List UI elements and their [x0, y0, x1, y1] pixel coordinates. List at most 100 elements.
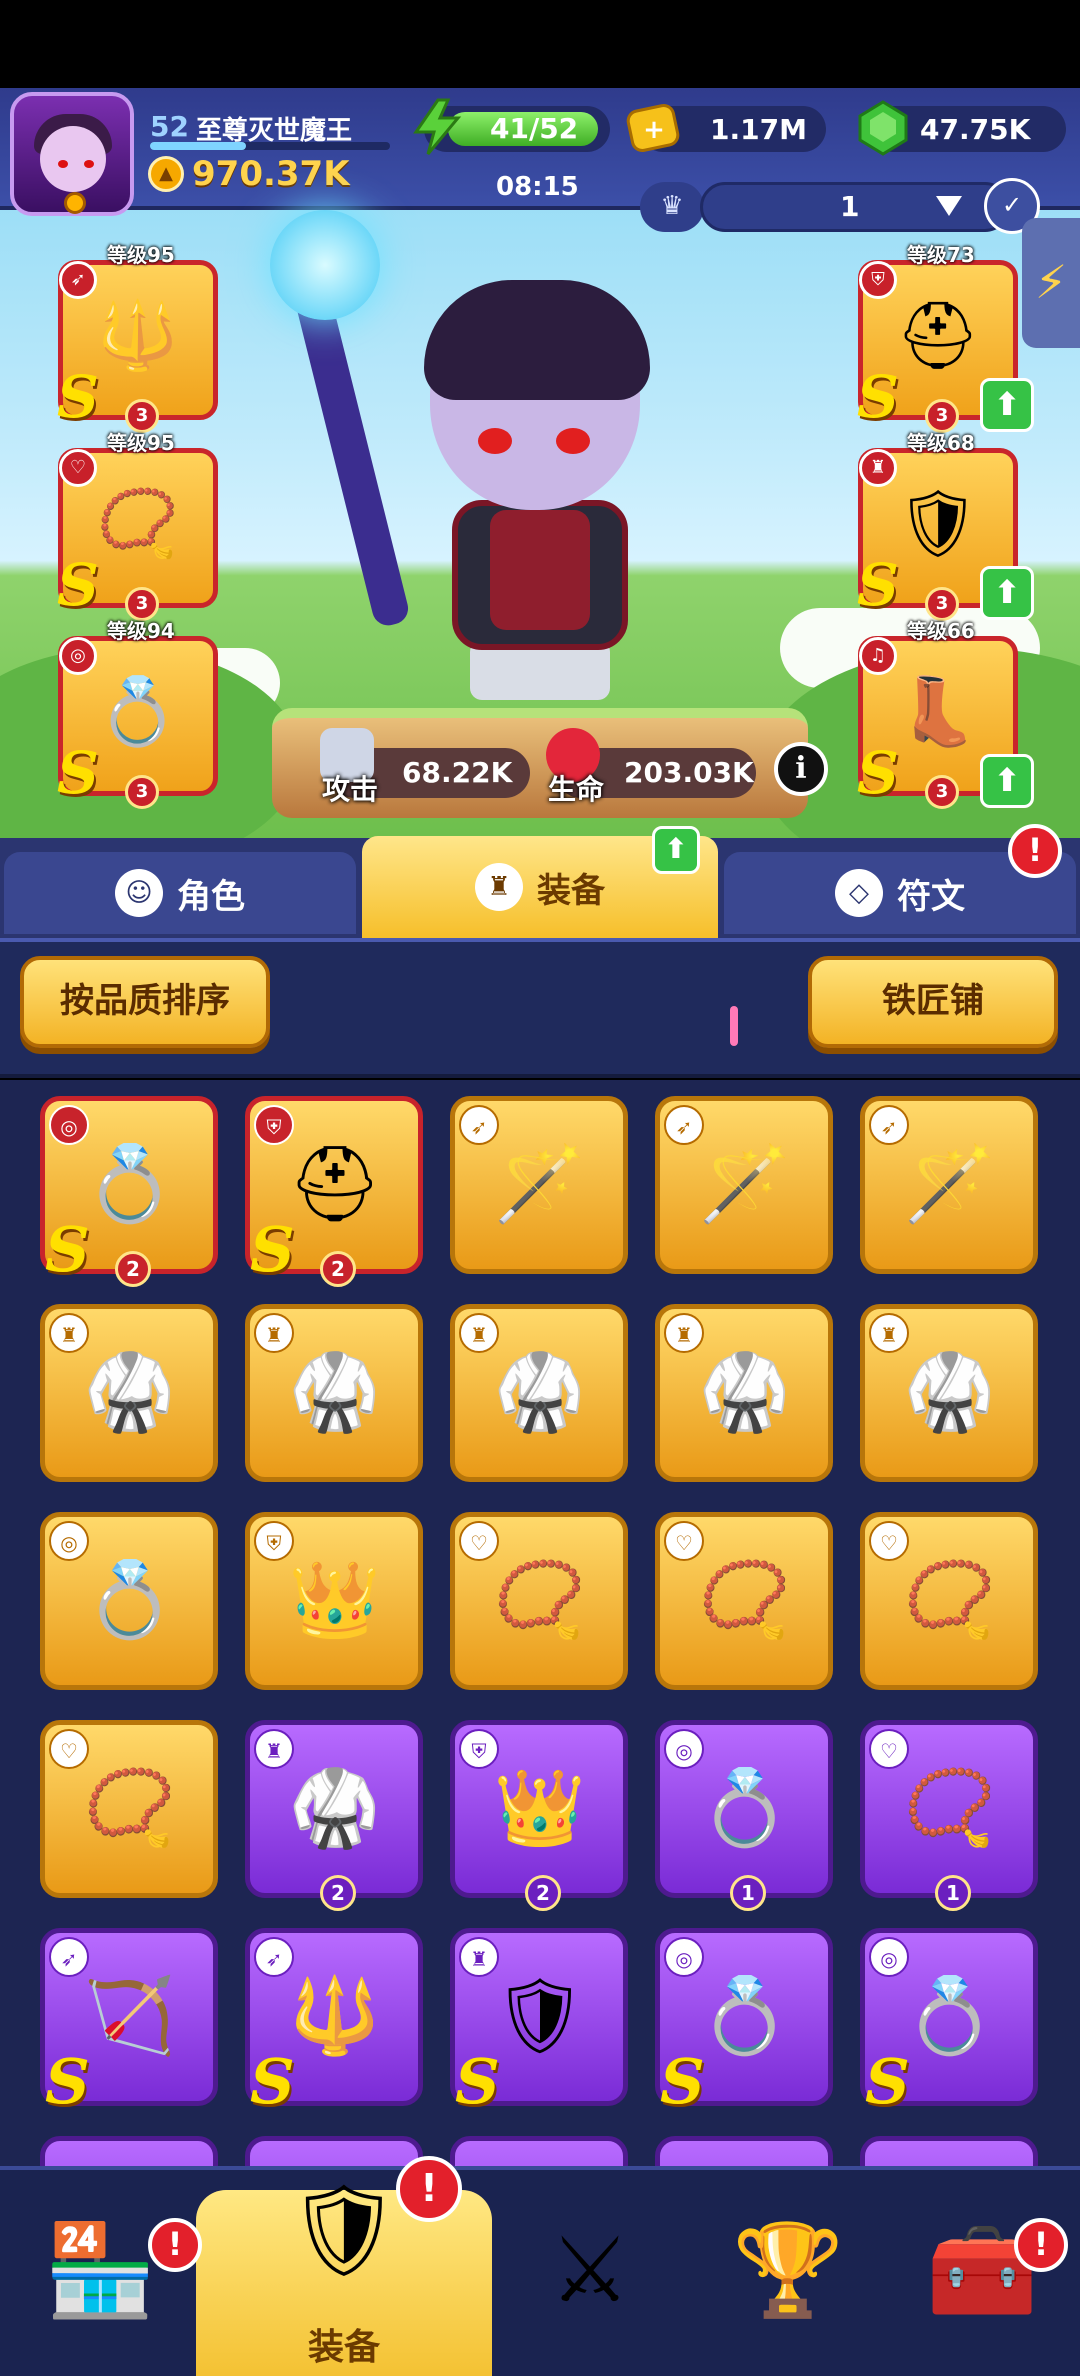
- shield-sword-icon: ⚔: [549, 2217, 631, 2323]
- equip-slot-weapon[interactable]: 等级95 🔱 ➶ S 3: [57, 243, 218, 433]
- combat-power: ▲ 970.37K: [148, 154, 350, 194]
- necklace-type-icon: ♡: [59, 449, 97, 487]
- nav-equipment[interactable]: 🛡: [274, 2150, 414, 2310]
- helmet-icon: ⛑: [288, 1140, 382, 1227]
- inventory-item[interactable]: ♜ 🥋 2: [245, 1720, 423, 1911]
- armor-icon: 🥋: [698, 1348, 792, 1435]
- upgrade-arrow-icon[interactable]: ⬆: [980, 566, 1034, 620]
- inventory-item[interactable]: ⛨ 👑: [245, 1512, 423, 1690]
- staff-orb: [270, 210, 380, 320]
- star-badge: 3: [125, 775, 159, 809]
- ring-icon: 💍: [698, 1764, 792, 1851]
- sort-by-quality-button[interactable]: 按品质排序: [20, 956, 270, 1048]
- inventory-item[interactable]: [450, 2136, 628, 2166]
- inventory-item[interactable]: [655, 2136, 833, 2166]
- nav-battle[interactable]: ⚔: [520, 2190, 660, 2350]
- slot-level: 等级66: [907, 619, 975, 643]
- inventory-item[interactable]: ♜ 🥋: [860, 1304, 1038, 1482]
- inventory-item[interactable]: ♜ 🛡 S: [450, 1928, 628, 2118]
- equip-slot-necklace[interactable]: 等级95 📿 ♡ S 3: [57, 431, 218, 621]
- necklace-icon: 📿: [83, 1764, 177, 1851]
- crossbow-icon: 🏹: [83, 1972, 177, 2059]
- count-badge: 2: [115, 1251, 151, 1287]
- inventory-item[interactable]: ♜ 🥋: [450, 1304, 628, 1482]
- gold-value: 1.17M: [710, 113, 807, 146]
- blacksmith-button[interactable]: 铁匠铺: [808, 956, 1058, 1048]
- inventory-item[interactable]: ♡ 📿: [655, 1512, 833, 1690]
- cursor-marker: [730, 1006, 738, 1046]
- power-value: 970.37K: [192, 154, 350, 194]
- info-icon[interactable]: i: [774, 742, 828, 796]
- avatar-face: [40, 126, 106, 192]
- inventory-item[interactable]: ⛨ ⛑ S 2: [245, 1096, 423, 1287]
- inventory-item[interactable]: ◎ 💍 S 2: [40, 1096, 218, 1287]
- ring-icon: 💍: [903, 1972, 997, 2059]
- wand-icon: 🪄: [493, 1140, 587, 1227]
- equip-slot-ring[interactable]: 等级94 💍 ◎ S 3: [57, 619, 218, 809]
- gold-display[interactable]: + 1.17M: [626, 104, 826, 152]
- armor-icon: 🥋: [288, 1348, 382, 1435]
- hero-vest: [490, 510, 590, 630]
- upgrade-arrow-icon[interactable]: ⬆: [980, 378, 1034, 432]
- inventory-item[interactable]: ♜ 🥋: [655, 1304, 833, 1482]
- alert-badge: !: [1014, 2218, 1068, 2272]
- inventory-item[interactable]: ♡ 📿 1: [860, 1720, 1038, 1911]
- hp-value: 203.03K: [624, 756, 754, 789]
- inventory-item[interactable]: ➶ 🔱 S: [245, 1928, 423, 2118]
- energy-timer: 08:15: [496, 172, 579, 202]
- armor-icon: 🥋: [493, 1348, 587, 1435]
- ring-icon: 💍: [83, 1556, 177, 1643]
- inventory-item[interactable]: ♜ 🥋: [245, 1304, 423, 1482]
- gem-display[interactable]: 47.75K: [858, 100, 1066, 156]
- xp-fill: [150, 142, 246, 150]
- inventory-item[interactable]: ♡ 📿: [40, 1720, 218, 1898]
- nav-equipment-label: 装备: [307, 2327, 380, 2368]
- inventory-item[interactable]: ◎ 💍 S: [655, 1928, 833, 2118]
- tab-equipment-label: 装备: [537, 870, 605, 911]
- armor-icon: 🥋: [288, 1764, 382, 1851]
- star-badge: 3: [925, 775, 959, 809]
- inventory-item[interactable]: ➶ 🏹 S: [40, 1928, 218, 2118]
- inventory-item[interactable]: [860, 2136, 1038, 2166]
- inventory-item[interactable]: ➶ 🪄: [450, 1096, 628, 1274]
- preset-icon[interactable]: ♛: [640, 182, 704, 232]
- inventory-item[interactable]: ◎ 💍 1: [655, 1720, 833, 1911]
- hero-hair: [424, 280, 650, 400]
- count-badge: 2: [320, 1251, 356, 1287]
- inventory-item[interactable]: ◎ 💍: [40, 1512, 218, 1690]
- nav-shop[interactable]: 🏪: [30, 2190, 170, 2350]
- side-boost-button[interactable]: ⚡: [1022, 218, 1080, 348]
- ring-type-icon: ◎: [59, 637, 97, 675]
- inventory-item[interactable]: ➶ 🪄: [860, 1096, 1038, 1274]
- inventory-item[interactable]: [40, 2136, 218, 2166]
- armor-icon: 🥋: [903, 1348, 997, 1435]
- svg-text:+: +: [643, 115, 665, 145]
- attack-value: 68.22K: [402, 756, 513, 789]
- power-icon: ▲: [148, 156, 184, 192]
- inventory-item[interactable]: ♜ 🥋: [40, 1304, 218, 1482]
- inventory-item[interactable]: ◎ 💍 S: [860, 1928, 1038, 2118]
- slot-level: 等级68: [907, 431, 975, 455]
- necklace-icon: 📿: [903, 1556, 997, 1643]
- count-badge: 1: [935, 1875, 971, 1911]
- inventory-item[interactable]: ♡ 📿: [860, 1512, 1038, 1690]
- upgrade-arrow-icon[interactable]: ⬆: [980, 754, 1034, 808]
- hp-label: 生命: [548, 773, 605, 806]
- gem-icon: [858, 100, 908, 156]
- necklace-icon: 📿: [903, 1764, 997, 1851]
- shop-icon: 🏪: [43, 2217, 157, 2323]
- xp-bar: [150, 142, 390, 150]
- tab-role[interactable]: ☺ 角色: [4, 852, 356, 934]
- nav-trophy[interactable]: 🏆: [718, 2190, 858, 2350]
- rank-badge: S: [57, 739, 99, 807]
- necklace-icon: 📿: [493, 1556, 587, 1643]
- alert-badge: !: [1008, 824, 1062, 878]
- player-avatar[interactable]: [10, 92, 134, 216]
- rank-badge: S: [857, 363, 899, 431]
- status-bar: [0, 0, 1080, 88]
- rank-badge: S: [660, 2045, 705, 2118]
- energy-display[interactable]: 41/52: [413, 98, 610, 155]
- inventory-item[interactable]: ♡ 📿: [450, 1512, 628, 1690]
- inventory-item[interactable]: ➶ 🪄: [655, 1096, 833, 1274]
- inventory-item[interactable]: ⛨ 👑 2: [450, 1720, 628, 1911]
